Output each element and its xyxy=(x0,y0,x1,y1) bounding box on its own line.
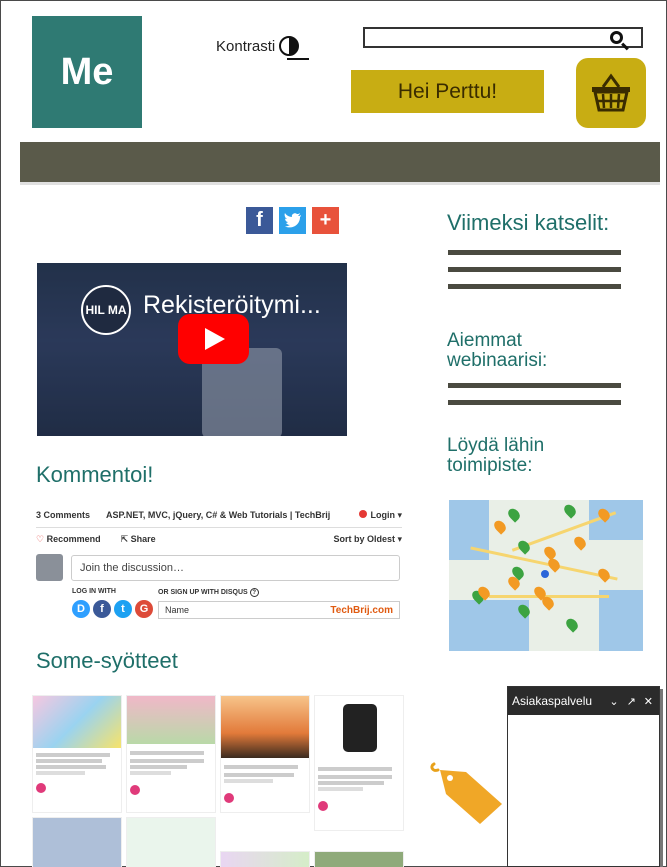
sort-label: Sort by Oldest xyxy=(333,534,395,544)
basket-icon xyxy=(592,73,630,112)
comment-count[interactable]: 3 Comments xyxy=(36,510,90,521)
office-pin-icon[interactable] xyxy=(563,616,581,633)
webinar-item[interactable] xyxy=(448,383,621,388)
twitter-icon[interactable]: t xyxy=(114,600,132,618)
help-icon[interactable]: ? xyxy=(249,588,259,597)
site-logo[interactable]: Me xyxy=(32,16,142,128)
share-label: Share xyxy=(130,534,156,544)
comment-input[interactable]: Join the discussion… xyxy=(71,554,400,581)
customer-service-chat[interactable]: Asiakaspalvelu ⌄ ↗ ✕ xyxy=(507,686,660,867)
feed-post[interactable] xyxy=(32,695,122,813)
feed-post[interactable] xyxy=(32,817,122,867)
comment-input-placeholder: Join the discussion… xyxy=(80,561,184,574)
office-pin-icon[interactable] xyxy=(505,506,523,523)
feed-post[interactable] xyxy=(126,817,216,867)
chevron-down-icon[interactable]: ⌄ xyxy=(609,695,618,708)
signup-with-label: OR SIGN UP WITH DISQUS ? xyxy=(158,588,259,597)
cart-button[interactable] xyxy=(576,58,646,128)
recommend-button[interactable]: ♡ Recommend xyxy=(36,534,101,545)
user-greeting-button[interactable]: Hei Perttu! xyxy=(351,70,544,113)
facebook-share-button[interactable]: f xyxy=(246,207,273,234)
social-share-bar: f + xyxy=(246,207,339,234)
name-field-placeholder: Name xyxy=(165,605,190,615)
office-pin-icon[interactable] xyxy=(561,502,579,519)
login-dot-icon xyxy=(359,510,368,518)
video-player[interactable]: HIL MA Rekisteröitymi... xyxy=(37,263,347,436)
feed-post-image xyxy=(33,696,121,748)
comment-heading: Kommentoi! xyxy=(36,462,154,487)
feed-post-image xyxy=(221,696,309,758)
office-pin-icon[interactable] xyxy=(515,538,533,555)
recently-viewed-item[interactable] xyxy=(448,250,621,255)
feed-post[interactable] xyxy=(220,851,310,867)
comments-login-button[interactable]: Login ▾ xyxy=(359,510,402,521)
office-pin-icon[interactable] xyxy=(595,566,613,583)
main-navigation-bar[interactable] xyxy=(20,142,660,182)
google-icon[interactable]: G xyxy=(135,600,153,618)
chat-title: Asiakaspalvelu xyxy=(512,694,593,708)
office-map[interactable] xyxy=(449,500,643,651)
feed-post[interactable] xyxy=(314,851,404,867)
techbrij-brand: TechBrij.com xyxy=(330,604,393,616)
comments-site-title[interactable]: ASP.NET, MVC, jQuery, C# & Web Tutorials… xyxy=(106,510,330,521)
chat-header[interactable]: Asiakaspalvelu ⌄ ↗ ✕ xyxy=(508,687,659,715)
feed-post[interactable] xyxy=(220,695,310,813)
social-feed-grid xyxy=(30,693,408,867)
recently-viewed-heading: Viimeksi katselit: xyxy=(447,210,610,235)
signup-with-text: OR SIGN UP WITH DISQUS xyxy=(158,589,248,596)
social-feed-heading: Some-syötteet xyxy=(36,648,178,673)
more-share-button[interactable]: + xyxy=(312,207,339,234)
office-pin-icon[interactable] xyxy=(571,534,589,551)
feed-post-text xyxy=(315,760,403,814)
twitter-share-button[interactable] xyxy=(279,207,306,234)
search-icon xyxy=(610,31,623,44)
recommend-label: Recommend xyxy=(46,534,101,544)
contrast-icon xyxy=(279,36,300,56)
heart-icon: ♡ xyxy=(36,534,45,544)
login-provider-icons: D f t G xyxy=(72,600,153,618)
search-button[interactable] xyxy=(590,27,643,48)
twitter-icon xyxy=(283,213,301,228)
feed-post-text xyxy=(33,748,121,796)
close-icon[interactable]: ✕ xyxy=(644,695,653,708)
nav-shadow xyxy=(20,182,660,185)
contrast-label: Kontrasti xyxy=(216,37,276,55)
office-pin-icon[interactable] xyxy=(491,518,509,535)
webinars-heading: Aiemmat webinaarisi: xyxy=(447,330,548,371)
recently-viewed-item[interactable] xyxy=(448,267,621,272)
feed-post-image xyxy=(315,696,403,760)
feed-post[interactable] xyxy=(314,695,404,831)
recently-viewed-item[interactable] xyxy=(448,284,621,289)
name-field[interactable]: Name TechBrij.com xyxy=(158,601,400,619)
feed-post-text xyxy=(221,758,309,806)
feed-post-text xyxy=(127,744,215,798)
facebook-icon[interactable]: f xyxy=(93,600,111,618)
sort-dropdown[interactable]: Sort by Oldest ▾ xyxy=(333,534,402,545)
share-button[interactable]: ⇱ Share xyxy=(121,534,156,545)
share-icon: ⇱ xyxy=(120,534,129,544)
webinar-item[interactable] xyxy=(448,400,621,405)
youtube-play-icon[interactable] xyxy=(178,314,249,364)
channel-badge: HIL MA xyxy=(81,285,131,335)
disqus-icon[interactable]: D xyxy=(72,600,90,618)
feed-post-image xyxy=(127,696,215,744)
disqus-comments: 3 Comments ASP.NET, MVC, jQuery, C# & We… xyxy=(36,510,402,632)
map-water xyxy=(599,590,643,651)
price-tag-icon[interactable] xyxy=(426,760,506,826)
expand-icon[interactable]: ↗ xyxy=(627,695,636,708)
avatar xyxy=(36,554,63,581)
find-office-heading: Löydä lähin toimipiste: xyxy=(447,435,545,476)
contrast-toggle[interactable]: Kontrasti xyxy=(216,36,300,56)
contrast-underline xyxy=(287,58,309,60)
login-with-label: LOG IN WITH xyxy=(72,588,116,595)
comments-login-label: Login xyxy=(370,510,395,520)
current-location-icon xyxy=(541,570,549,578)
feed-post[interactable] xyxy=(126,695,216,813)
